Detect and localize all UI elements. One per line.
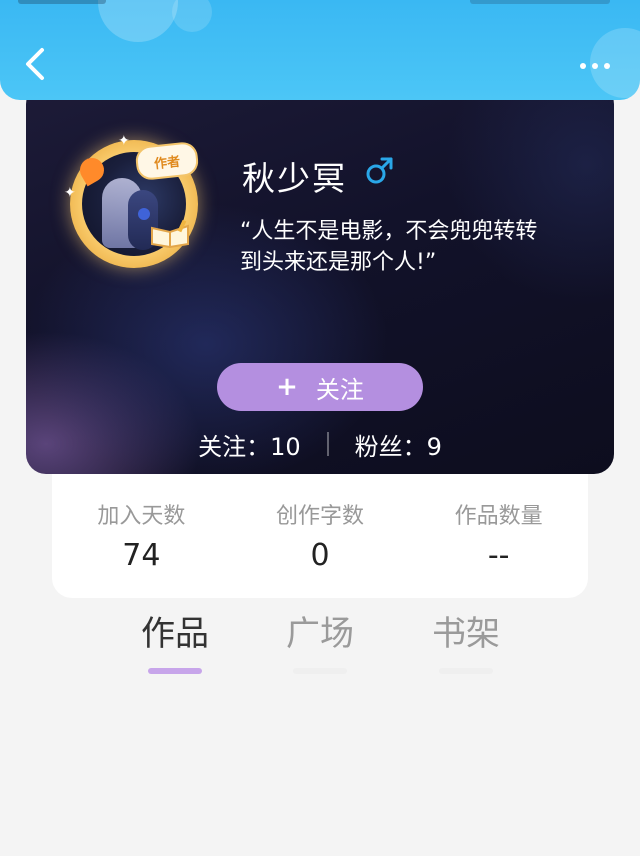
tab-indicator: [148, 668, 202, 674]
motto-line: “人生不是电影，不会兜兜转转: [240, 219, 538, 244]
decor-bubble: [98, 0, 178, 42]
followers-count[interactable]: 粉丝：9: [355, 427, 442, 462]
profile-card: 作者 ✦ ✦ 秋少冥 “人生不是电影，不会兜兜转转 到头来还是那个人!” + 关…: [26, 84, 614, 474]
avatar[interactable]: 作者 ✦ ✦: [64, 134, 200, 268]
tab-indicator: [293, 668, 347, 674]
sparkle-icon: ✦: [118, 133, 130, 149]
info-card: 加入天数 74 创作字数 0 作品数量 --: [52, 474, 588, 598]
stats-divider: [326, 432, 329, 456]
tab-label: 作品: [141, 614, 209, 654]
sparkle-icon: ✦: [64, 185, 76, 201]
status-bar-right: [470, 0, 610, 4]
avatar-figure: [138, 208, 150, 220]
back-button[interactable]: [18, 44, 52, 84]
male-gender-icon: [366, 157, 393, 184]
plus-icon: +: [276, 372, 298, 402]
chevron-left-icon: [26, 48, 44, 80]
status-bar-left: [18, 0, 106, 4]
profile-motto: “人生不是电影，不会兜兜转转 到头来还是那个人!”: [240, 216, 580, 278]
status-bar: [0, 0, 640, 6]
info-item-words: 创作字数 0: [231, 474, 410, 598]
follow-stats: 关注：10 粉丝：9: [26, 422, 614, 466]
tab-label: 广场: [286, 614, 354, 654]
username: 秋少冥: [242, 159, 347, 198]
info-value: 74: [122, 538, 161, 573]
more-button[interactable]: [570, 54, 620, 78]
info-value: 0: [310, 538, 330, 573]
profile-page: 作者 ✦ ✦ 秋少冥 “人生不是电影，不会兜兜转转 到头来还是那个人!” + 关…: [0, 0, 640, 856]
more-dots-icon: [580, 63, 586, 69]
tab-indicator: [439, 668, 493, 674]
follow-button[interactable]: + 关注: [217, 363, 423, 411]
info-label: 创作字数: [276, 504, 365, 529]
tab-label: 书架: [432, 614, 500, 654]
info-label: 作品数量: [454, 504, 543, 529]
tab-works[interactable]: 作品: [120, 610, 230, 680]
tab-square[interactable]: 广场: [265, 610, 375, 680]
info-item-works: 作品数量 --: [409, 474, 588, 598]
more-dots-icon: [592, 63, 598, 69]
info-item-days: 加入天数 74: [52, 474, 231, 598]
tab-bookshelf[interactable]: 书架: [411, 610, 521, 680]
follow-button-label: 关注: [315, 375, 364, 404]
book-icon: [151, 220, 189, 248]
motto-line: 到头来还是那个人!”: [240, 250, 437, 275]
following-count[interactable]: 关注：10: [198, 427, 301, 462]
info-label: 加入天数: [97, 504, 186, 529]
content-tabs: 作品 广场 书架: [100, 610, 540, 690]
more-dots-icon: [604, 63, 610, 69]
top-bar: [0, 0, 640, 100]
info-value: --: [487, 538, 510, 573]
